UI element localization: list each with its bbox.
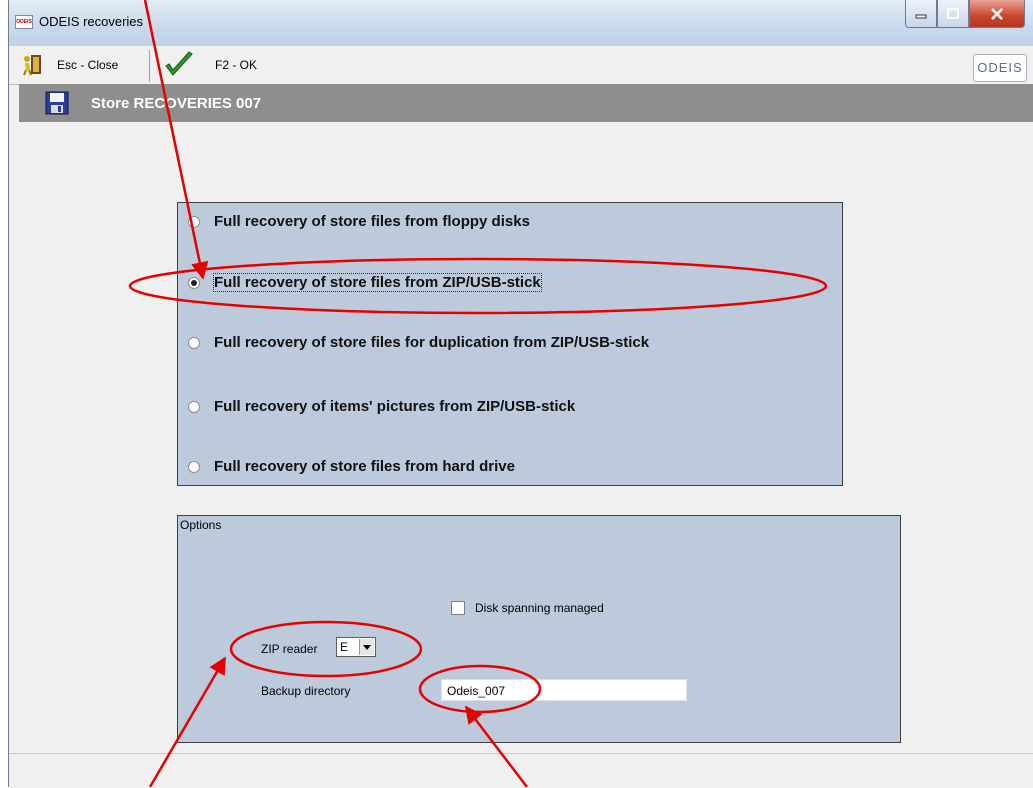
minimize-icon	[915, 14, 927, 18]
backup-directory-input[interactable]: Odeis_007	[441, 679, 687, 701]
zip-reader-select[interactable]: E	[336, 637, 376, 657]
zip-reader-label: ZIP reader	[261, 642, 318, 656]
f2-ok-label: F2 - OK	[215, 58, 258, 72]
disk-spanning-option[interactable]: Disk spanning managed	[451, 601, 604, 615]
recovery-type-panel: Full recovery of store files from floppy…	[177, 202, 843, 486]
toolbar-separator	[149, 50, 150, 82]
zip-reader-value: E	[340, 640, 349, 654]
radio-button-selected[interactable]	[188, 276, 200, 289]
disk-spanning-checkbox[interactable]	[451, 601, 465, 615]
status-bar	[9, 753, 1033, 788]
odeis-logo: ODEIS	[973, 54, 1027, 82]
app-window: ODEIS ODEIS recoveries Esc - Close F2 - …	[8, 0, 1033, 788]
minimize-button[interactable]	[905, 0, 937, 28]
radio-option-pictures[interactable]: Full recovery of items' pictures from ZI…	[188, 398, 575, 415]
chevron-down-icon	[363, 644, 371, 650]
radio-button[interactable]	[188, 400, 200, 413]
radio-option-duplication[interactable]: Full recovery of store files for duplica…	[188, 334, 649, 351]
main-content: Full recovery of store files from floppy…	[19, 122, 1033, 747]
page-title: Store RECOVERIES 007	[91, 95, 262, 112]
backup-directory-label: Backup directory	[261, 684, 351, 698]
radio-option-label: Full recovery of items' pictures from ZI…	[214, 398, 576, 415]
radio-button[interactable]	[188, 460, 200, 473]
radio-option-label: Full recovery of store files from ZIP/US…	[213, 273, 542, 292]
options-panel: Options Disk spanning managed ZIP reader…	[177, 515, 901, 743]
title-bar[interactable]: ODEIS ODEIS recoveries	[9, 0, 1033, 46]
checkmark-icon	[165, 51, 193, 76]
disk-spanning-label: Disk spanning managed	[475, 601, 604, 615]
f2-ok-button[interactable]: F2 - OK	[163, 48, 313, 82]
radio-option-floppy[interactable]: Full recovery of store files from floppy…	[188, 213, 530, 230]
radio-button[interactable]	[188, 336, 200, 349]
odeis-app-icon: ODEIS	[15, 15, 33, 29]
radio-option-label: Full recovery of store files from floppy…	[214, 213, 530, 230]
options-title: Options	[180, 518, 222, 532]
close-window-button[interactable]	[969, 0, 1025, 28]
esc-close-label: Esc - Close	[57, 58, 119, 72]
toolbar: Esc - Close F2 - OK ODEIS	[9, 46, 1033, 85]
exit-door-icon	[23, 55, 41, 76]
radio-option-label: Full recovery of store files for duplica…	[214, 334, 650, 351]
section-header: Store RECOVERIES 007	[19, 84, 1033, 122]
radio-button[interactable]	[188, 215, 200, 228]
radio-option-label: Full recovery of store files from hard d…	[214, 458, 515, 475]
esc-close-button[interactable]: Esc - Close	[19, 48, 149, 82]
window-title: ODEIS recoveries	[39, 14, 144, 29]
maximize-button[interactable]	[937, 0, 969, 28]
radio-option-zip-usb[interactable]: Full recovery of store files from ZIP/US…	[188, 273, 542, 292]
floppy-disk-icon	[45, 91, 69, 115]
radio-option-hard-drive[interactable]: Full recovery of store files from hard d…	[188, 458, 515, 475]
dropdown-arrow-button[interactable]	[359, 639, 374, 655]
maximize-icon	[947, 8, 959, 19]
close-icon	[991, 7, 1003, 20]
